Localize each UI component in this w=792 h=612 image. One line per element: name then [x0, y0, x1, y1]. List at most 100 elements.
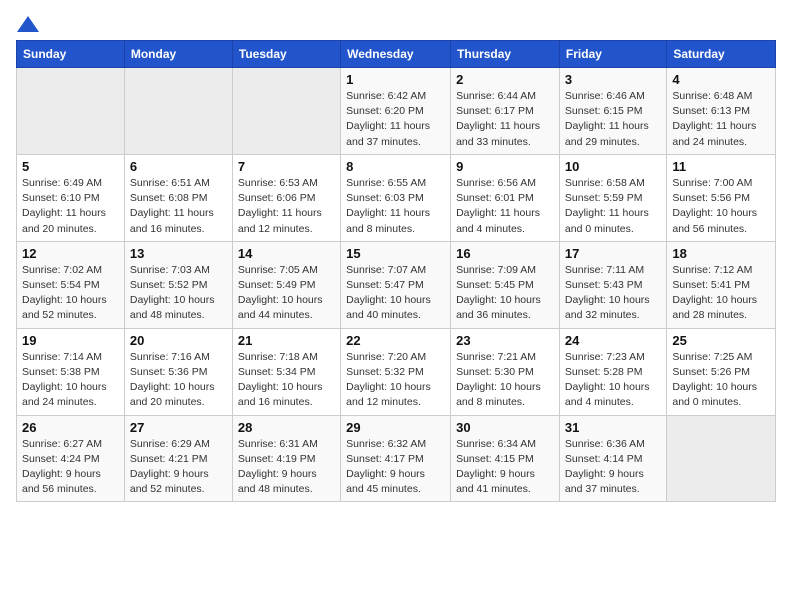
day-number: 24 — [565, 333, 661, 348]
day-detail: Sunrise: 7:20 AM Sunset: 5:32 PM Dayligh… — [346, 350, 445, 411]
day-detail: Sunrise: 7:00 AM Sunset: 5:56 PM Dayligh… — [672, 176, 770, 237]
day-number: 20 — [130, 333, 227, 348]
day-number: 12 — [22, 246, 119, 261]
day-detail: Sunrise: 6:27 AM Sunset: 4:24 PM Dayligh… — [22, 437, 119, 498]
day-cell: 23Sunrise: 7:21 AM Sunset: 5:30 PM Dayli… — [451, 328, 560, 415]
day-cell: 1 Sunrise: 6:42 AM Sunset: 6:20 PM Daylig… — [341, 68, 451, 155]
day-cell: 22Sunrise: 7:20 AM Sunset: 5:32 PM Dayli… — [341, 328, 451, 415]
day-cell — [17, 68, 125, 155]
day-number: 25 — [672, 333, 770, 348]
day-detail: Sunrise: 7:18 AM Sunset: 5:34 PM Dayligh… — [238, 350, 335, 411]
day-detail: Sunrise: 7:02 AM Sunset: 5:54 PM Dayligh… — [22, 263, 119, 324]
day-number: 17 — [565, 246, 661, 261]
day-cell: 11 Sunrise: 7:00 AM Sunset: 5:56 PM Dayli… — [667, 154, 776, 241]
day-cell: 3Sunrise: 6:46 AM Sunset: 6:15 PM Daylig… — [559, 68, 666, 155]
day-detail: Sunrise: 6:44 AM Sunset: 6:17 PM Dayligh… — [456, 89, 554, 150]
day-number: 5 — [22, 159, 119, 174]
week-row-2: 5 Sunrise: 6:49 AM Sunset: 6:10 PM Daylig… — [17, 154, 776, 241]
day-number: 1 — [346, 72, 445, 87]
day-detail: Sunrise: 6:29 AM Sunset: 4:21 PM Dayligh… — [130, 437, 227, 498]
day-cell — [232, 68, 340, 155]
day-header-tuesday: Tuesday — [232, 41, 340, 68]
day-cell: 30 Sunrise: 6:34 AM Sunset: 4:15 PM Dayli… — [451, 415, 560, 502]
day-detail: Sunrise: 6:49 AM Sunset: 6:10 PM Dayligh… — [22, 176, 119, 237]
week-row-1: 1 Sunrise: 6:42 AM Sunset: 6:20 PM Daylig… — [17, 68, 776, 155]
day-detail: Sunrise: 7:05 AM Sunset: 5:49 PM Dayligh… — [238, 263, 335, 324]
day-cell: 8 Sunrise: 6:55 AM Sunset: 6:03 PM Daylig… — [341, 154, 451, 241]
day-detail: Sunrise: 7:16 AM Sunset: 5:36 PM Dayligh… — [130, 350, 227, 411]
week-row-5: 26 Sunrise: 6:27 AM Sunset: 4:24 PM Dayli… — [17, 415, 776, 502]
day-cell: 27 Sunrise: 6:29 AM Sunset: 4:21 PM Dayli… — [124, 415, 232, 502]
day-cell: 2 Sunrise: 6:44 AM Sunset: 6:17 PM Daylig… — [451, 68, 560, 155]
day-header-wednesday: Wednesday — [341, 41, 451, 68]
day-header-thursday: Thursday — [451, 41, 560, 68]
day-detail: Sunrise: 6:36 AM Sunset: 4:14 PM Dayligh… — [565, 437, 661, 498]
day-detail: Sunrise: 7:03 AM Sunset: 5:52 PM Dayligh… — [130, 263, 227, 324]
day-cell: 21 Sunrise: 7:18 AM Sunset: 5:34 PM Dayli… — [232, 328, 340, 415]
day-cell: 28 Sunrise: 6:31 AM Sunset: 4:19 PM Dayli… — [232, 415, 340, 502]
day-detail: Sunrise: 6:31 AM Sunset: 4:19 PM Dayligh… — [238, 437, 335, 498]
day-detail: Sunrise: 6:55 AM Sunset: 6:03 PM Dayligh… — [346, 176, 445, 237]
day-cell: 31Sunrise: 6:36 AM Sunset: 4:14 PM Dayli… — [559, 415, 666, 502]
day-detail: Sunrise: 7:11 AM Sunset: 5:43 PM Dayligh… — [565, 263, 661, 324]
day-cell: 29Sunrise: 6:32 AM Sunset: 4:17 PM Dayli… — [341, 415, 451, 502]
logo — [16, 16, 40, 28]
day-detail: Sunrise: 7:09 AM Sunset: 5:45 PM Dayligh… — [456, 263, 554, 324]
day-number: 10 — [565, 159, 661, 174]
day-detail: Sunrise: 7:23 AM Sunset: 5:28 PM Dayligh… — [565, 350, 661, 411]
page-header — [16, 16, 776, 28]
day-detail: Sunrise: 7:12 AM Sunset: 5:41 PM Dayligh… — [672, 263, 770, 324]
week-row-3: 12 Sunrise: 7:02 AM Sunset: 5:54 PM Dayli… — [17, 241, 776, 328]
day-header-sunday: Sunday — [17, 41, 125, 68]
day-detail: Sunrise: 6:34 AM Sunset: 4:15 PM Dayligh… — [456, 437, 554, 498]
day-number: 13 — [130, 246, 227, 261]
day-number: 7 — [238, 159, 335, 174]
day-number: 21 — [238, 333, 335, 348]
day-cell: 10Sunrise: 6:58 AM Sunset: 5:59 PM Dayli… — [559, 154, 666, 241]
day-cell: 7Sunrise: 6:53 AM Sunset: 6:06 PM Daylig… — [232, 154, 340, 241]
day-cell: 17 Sunrise: 7:11 AM Sunset: 5:43 PM Dayli… — [559, 241, 666, 328]
day-number: 2 — [456, 72, 554, 87]
day-detail: Sunrise: 6:42 AM Sunset: 6:20 PM Dayligh… — [346, 89, 445, 150]
day-detail: Sunrise: 6:32 AM Sunset: 4:17 PM Dayligh… — [346, 437, 445, 498]
day-number: 11 — [672, 159, 770, 174]
day-cell: 18 Sunrise: 7:12 AM Sunset: 5:41 PM Dayli… — [667, 241, 776, 328]
day-header-friday: Friday — [559, 41, 666, 68]
day-detail: Sunrise: 6:56 AM Sunset: 6:01 PM Dayligh… — [456, 176, 554, 237]
day-number: 8 — [346, 159, 445, 174]
day-number: 14 — [238, 246, 335, 261]
day-cell: 24 Sunrise: 7:23 AM Sunset: 5:28 PM Dayli… — [559, 328, 666, 415]
day-number: 18 — [672, 246, 770, 261]
day-cell: 20 Sunrise: 7:16 AM Sunset: 5:36 PM Dayli… — [124, 328, 232, 415]
day-cell: 4Sunrise: 6:48 AM Sunset: 6:13 PM Daylig… — [667, 68, 776, 155]
day-number: 6 — [130, 159, 227, 174]
day-cell: 25Sunrise: 7:25 AM Sunset: 5:26 PM Dayli… — [667, 328, 776, 415]
day-detail: Sunrise: 7:07 AM Sunset: 5:47 PM Dayligh… — [346, 263, 445, 324]
day-number: 3 — [565, 72, 661, 87]
day-number: 28 — [238, 420, 335, 435]
calendar-body: 1 Sunrise: 6:42 AM Sunset: 6:20 PM Daylig… — [17, 68, 776, 502]
calendar-table: SundayMondayTuesdayWednesdayThursdayFrid… — [16, 40, 776, 502]
day-number: 16 — [456, 246, 554, 261]
week-row-4: 19Sunrise: 7:14 AM Sunset: 5:38 PM Dayli… — [17, 328, 776, 415]
day-number: 23 — [456, 333, 554, 348]
day-header-saturday: Saturday — [667, 41, 776, 68]
day-detail: Sunrise: 6:51 AM Sunset: 6:08 PM Dayligh… — [130, 176, 227, 237]
day-cell: 5 Sunrise: 6:49 AM Sunset: 6:10 PM Daylig… — [17, 154, 125, 241]
day-cell: 14 Sunrise: 7:05 AM Sunset: 5:49 PM Dayli… — [232, 241, 340, 328]
day-cell: 15Sunrise: 7:07 AM Sunset: 5:47 PM Dayli… — [341, 241, 451, 328]
day-cell: 19Sunrise: 7:14 AM Sunset: 5:38 PM Dayli… — [17, 328, 125, 415]
day-header-monday: Monday — [124, 41, 232, 68]
day-cell: 9 Sunrise: 6:56 AM Sunset: 6:01 PM Daylig… — [451, 154, 560, 241]
day-number: 9 — [456, 159, 554, 174]
logo-arrow-icon — [17, 16, 39, 32]
day-number: 27 — [130, 420, 227, 435]
day-cell: 12 Sunrise: 7:02 AM Sunset: 5:54 PM Dayli… — [17, 241, 125, 328]
day-number: 26 — [22, 420, 119, 435]
day-detail: Sunrise: 7:14 AM Sunset: 5:38 PM Dayligh… — [22, 350, 119, 411]
day-cell — [124, 68, 232, 155]
day-cell: 16 Sunrise: 7:09 AM Sunset: 5:45 PM Dayli… — [451, 241, 560, 328]
day-detail: Sunrise: 6:48 AM Sunset: 6:13 PM Dayligh… — [672, 89, 770, 150]
day-number: 30 — [456, 420, 554, 435]
calendar-header-row: SundayMondayTuesdayWednesdayThursdayFrid… — [17, 41, 776, 68]
